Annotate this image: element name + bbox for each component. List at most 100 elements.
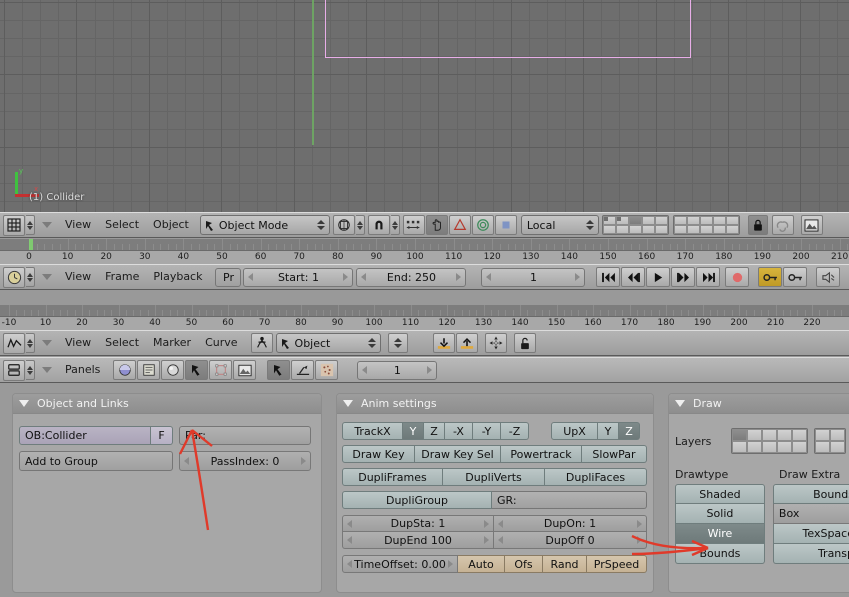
track-axis-group[interactable]: TrackX Y Z -X -Y -Z bbox=[342, 422, 529, 440]
parent-field[interactable]: Par: bbox=[179, 426, 311, 445]
layer-cell[interactable] bbox=[641, 216, 655, 225]
powertrack-button[interactable]: Powertrack bbox=[501, 445, 582, 463]
drawtype-shaded-button[interactable]: Shaded bbox=[675, 484, 765, 504]
mode-selector[interactable]: Object Mode bbox=[199, 215, 330, 235]
jump-to-start-icon[interactable] bbox=[596, 267, 621, 287]
drawtype-wire-button[interactable]: Wire bbox=[675, 524, 765, 544]
layer-cell[interactable] bbox=[747, 441, 762, 453]
layer-cell[interactable] bbox=[815, 441, 830, 453]
manipulator-square-icon[interactable] bbox=[494, 215, 517, 235]
up-y-button[interactable]: Y bbox=[598, 422, 619, 440]
layer-cell[interactable] bbox=[686, 225, 700, 234]
pivot-center-icon[interactable] bbox=[332, 215, 355, 235]
ob-name-field[interactable]: OB:Collider bbox=[19, 426, 151, 445]
editor-type-spinner-3dview[interactable] bbox=[26, 215, 35, 235]
layer-cell[interactable] bbox=[654, 216, 668, 225]
dupsta-field[interactable]: DupSta: 1 bbox=[342, 515, 494, 532]
collapse-menu-icon-timeline[interactable] bbox=[42, 274, 52, 280]
ipo-blocktype-spinner[interactable] bbox=[387, 333, 408, 353]
layer-cell[interactable] bbox=[699, 225, 713, 234]
menu-view-3d[interactable]: View bbox=[58, 218, 98, 232]
layer-cell[interactable] bbox=[792, 429, 807, 441]
transform-orientation-selector[interactable]: Local bbox=[520, 215, 599, 235]
draw-key-button[interactable]: Draw Key bbox=[342, 445, 415, 463]
editor-type-icon-timeline[interactable] bbox=[3, 266, 25, 288]
record-icon[interactable] bbox=[725, 267, 750, 287]
layer-cell[interactable] bbox=[732, 441, 747, 453]
layer-cell[interactable] bbox=[673, 225, 687, 234]
menu-playback-timeline[interactable]: Playback bbox=[146, 270, 209, 284]
dupon-field[interactable]: DupOn: 1 bbox=[494, 515, 647, 532]
editor-type-spinner-ipo[interactable] bbox=[26, 333, 35, 353]
slowpar-button[interactable]: SlowPar bbox=[582, 445, 647, 463]
collapse-triangle-icon[interactable] bbox=[343, 400, 353, 407]
menu-panels[interactable]: Panels bbox=[58, 363, 107, 377]
transform-widget-icon[interactable] bbox=[402, 215, 425, 235]
speaker-mute-icon[interactable] bbox=[816, 267, 841, 287]
move-handles-icon[interactable] bbox=[484, 333, 507, 353]
unlock-icon[interactable] bbox=[513, 333, 536, 353]
scene-render-icon[interactable] bbox=[233, 360, 257, 380]
layer-buttons[interactable] bbox=[601, 215, 744, 235]
layer-cell[interactable] bbox=[615, 225, 629, 234]
draw-layer-group-1[interactable] bbox=[731, 428, 808, 454]
rand-button[interactable]: Rand bbox=[543, 555, 587, 573]
track-negz-button[interactable]: -Z bbox=[501, 422, 529, 440]
draw-layer-group-2[interactable] bbox=[814, 428, 846, 454]
layer-cell[interactable] bbox=[673, 216, 687, 225]
drawtype-solid-button[interactable]: Solid bbox=[675, 504, 765, 524]
pivot-spinner[interactable] bbox=[355, 215, 365, 235]
menu-view-ipo[interactable]: View bbox=[58, 336, 98, 350]
material-sphere-icon[interactable] bbox=[161, 360, 185, 380]
start-frame-field[interactable]: Start: 1 bbox=[243, 267, 354, 287]
draw-extra-group[interactable]: Bounds Box TexSpace Transp bbox=[772, 484, 849, 564]
dupliverts-button[interactable]: DupliVerts bbox=[443, 468, 545, 486]
track-y-button[interactable]: Y bbox=[403, 422, 424, 440]
collapse-menu-icon-3dview[interactable] bbox=[42, 222, 52, 228]
magnet-icon[interactable] bbox=[367, 215, 390, 235]
layer-cell[interactable] bbox=[830, 441, 845, 453]
constraint-icon[interactable] bbox=[291, 360, 315, 380]
track-z-button[interactable]: Z bbox=[424, 422, 445, 440]
collapse-menu-icon-ipo[interactable] bbox=[42, 340, 52, 346]
manipulator-scale-icon[interactable] bbox=[471, 215, 494, 235]
current-frame-field[interactable]: 1 bbox=[481, 267, 586, 287]
dupligroup-button[interactable]: DupliGroup bbox=[342, 491, 492, 509]
menu-curve-ipo[interactable]: Curve bbox=[198, 336, 244, 350]
magnet-spinner[interactable] bbox=[390, 215, 400, 235]
drawtype-group[interactable]: Shaded Solid Wire Bounds bbox=[675, 484, 765, 564]
key-down-icon[interactable] bbox=[432, 333, 455, 353]
timeline-ruler[interactable]: 0 10 20 30 40 50 60 70 80 90 100 110 120 130 140 150 160… bbox=[0, 239, 849, 264]
panel-anim-settings-title[interactable]: Anim settings bbox=[337, 394, 653, 414]
add-to-group-button[interactable]: Add to Group bbox=[19, 451, 173, 471]
layer-cell[interactable] bbox=[602, 225, 616, 234]
end-frame-field[interactable]: End: 250 bbox=[356, 267, 467, 287]
layer-cell[interactable] bbox=[602, 216, 616, 225]
key-white-icon[interactable] bbox=[783, 267, 808, 287]
draw-extra-texspace-button[interactable]: TexSpace bbox=[772, 524, 849, 544]
skip-back-icon[interactable] bbox=[621, 267, 646, 287]
editor-type-icon-ipo[interactable] bbox=[3, 332, 25, 354]
object-icon[interactable] bbox=[185, 360, 209, 380]
layer-cell[interactable] bbox=[699, 216, 713, 225]
layer-cell[interactable] bbox=[792, 441, 807, 453]
menu-select-3d[interactable]: Select bbox=[98, 218, 146, 232]
layer-cell[interactable] bbox=[615, 216, 629, 225]
layer-cell[interactable] bbox=[628, 216, 642, 225]
shading-globe-icon[interactable] bbox=[113, 360, 137, 380]
editing-square-icon[interactable] bbox=[209, 360, 233, 380]
key-gold-icon[interactable] bbox=[758, 267, 783, 287]
3d-viewport[interactable]: y x (1) Collider bbox=[0, 0, 849, 212]
manipulator-translate-icon[interactable] bbox=[425, 215, 448, 235]
menu-object-3d[interactable]: Object bbox=[146, 218, 196, 232]
layer-cell[interactable] bbox=[725, 225, 739, 234]
layer-cell[interactable] bbox=[712, 225, 726, 234]
layer-cell[interactable] bbox=[686, 216, 700, 225]
layer-cell[interactable] bbox=[628, 225, 642, 234]
layer-cell[interactable] bbox=[777, 441, 792, 453]
ipo-ruler[interactable]: -10 10 20 30 40 50 60 70 80 90 100 110 120 130 140 150 1… bbox=[0, 305, 849, 330]
auto-button[interactable]: Auto bbox=[458, 555, 505, 573]
pass-index-field[interactable]: PassIndex: 0 bbox=[179, 451, 311, 471]
jump-to-end-icon[interactable] bbox=[696, 267, 721, 287]
menu-select-ipo[interactable]: Select bbox=[98, 336, 146, 350]
